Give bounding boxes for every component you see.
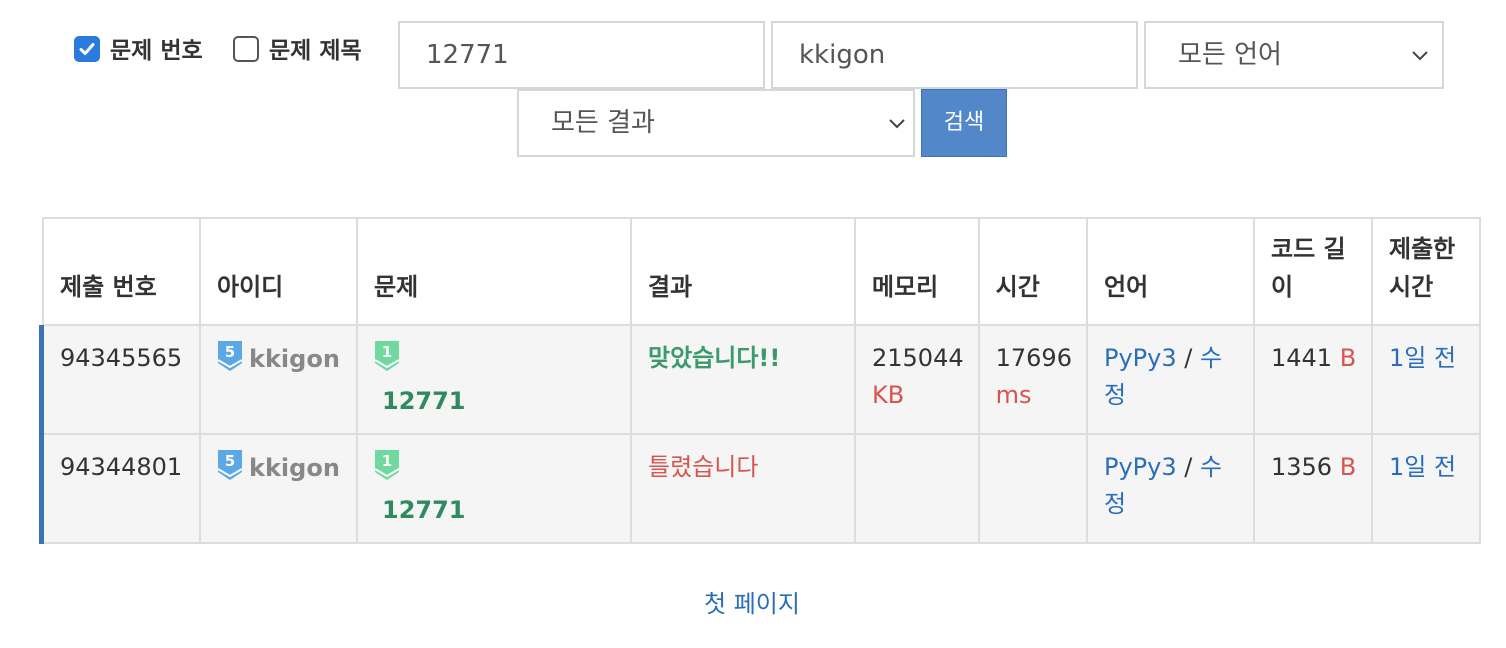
svg-text:5: 5 [225,452,235,470]
problem-cell: 1 12771 [356,324,632,435]
submission-id-cell: 94344801 [42,433,201,544]
language-link[interactable]: PyPy3 [1104,453,1177,481]
submitted-time-link[interactable]: 1일 전 [1389,344,1456,372]
submission-status-table: 제출 번호 아이디 문제 결과 메모리 시간 언어 코드 길이 제출한 시간 9… [42,217,1481,544]
problem-title-checkbox[interactable] [233,36,259,62]
search-button[interactable]: 검색 [921,89,1007,157]
table-header-row: 제출 번호 아이디 문제 결과 메모리 시간 언어 코드 길이 제출한 시간 [42,217,1481,326]
time-cell [977,433,1088,544]
user-link[interactable]: kkigon [249,454,340,482]
result-wrong: 틀렸습니다 [648,453,759,481]
submitted-time-link[interactable]: 1일 전 [1389,453,1456,481]
svg-text:1: 1 [382,343,392,361]
header-code-length: 코드 길이 [1252,217,1373,326]
code-length-value: 1441 [1270,344,1333,372]
time-cell: 17696 ms [977,324,1088,435]
header-user-id: 아이디 [199,217,358,326]
result-select-value: 모든 결과 [551,108,655,138]
chevron-down-icon [889,119,905,129]
memory-value: 215044 [872,344,964,372]
chevron-down-icon [1412,51,1428,61]
header-memory: 메모리 [854,217,980,326]
table-row: 94344801 5 kkigon 1 12771 틀렸습니다 PyPy3 / … [42,433,1481,544]
code-length-value: 1356 [1270,453,1333,481]
language-cell: PyPy3 / 수정 [1085,433,1255,544]
result-cell: 맞았습니다!! [630,324,856,435]
problem-link[interactable]: 12771 [382,496,466,524]
checkmark-icon [79,43,95,55]
svg-text:1: 1 [382,452,392,470]
problem-tier-badge-icon: 1 [374,449,400,492]
svg-text:5: 5 [225,343,235,361]
my-submission-row-indicator [39,325,44,544]
user-tier-badge-icon: 5 [217,449,243,492]
problem-number-input[interactable]: 12771 [398,21,765,89]
table-row: 94345565 5 kkigon 1 12771 맞았습니다!! 215044… [42,324,1481,435]
problem-number-label: 문제 번호 [110,38,203,64]
header-submission-id: 제출 번호 [42,217,201,326]
memory-cell [854,433,980,544]
language-link[interactable]: PyPy3 [1104,344,1177,372]
result-select[interactable]: 모든 결과 [517,89,915,157]
language-separator: / [1184,344,1193,372]
header-language: 언어 [1085,217,1255,326]
submitted-time-cell: 1일 전 [1370,433,1481,544]
code-length-cell: 1441 B [1252,324,1373,435]
code-length-unit: B [1339,344,1357,372]
header-submitted-time: 제출한 시간 [1370,217,1481,326]
problem-number-checkbox[interactable] [74,36,100,62]
problem-link[interactable]: 12771 [382,387,466,415]
language-select[interactable]: 모든 언어 [1144,21,1444,89]
memory-unit: KB [872,381,905,409]
submission-id-cell: 94345565 [42,324,201,435]
user-cell: 5 kkigon [199,433,358,544]
language-separator: / [1184,453,1193,481]
user-id-input-value: kkigon [799,40,886,70]
user-link[interactable]: kkigon [249,345,340,373]
first-page-link[interactable]: 첫 페이지 [704,588,800,620]
submitted-time-cell: 1일 전 [1370,324,1481,435]
code-length-cell: 1356 B [1252,433,1373,544]
user-cell: 5 kkigon [199,324,358,435]
header-time: 시간 [977,217,1088,326]
time-value: 17696 [995,344,1072,372]
user-id-input[interactable]: kkigon [771,21,1138,89]
header-problem: 문제 [356,217,632,326]
user-tier-badge-icon: 5 [217,340,243,383]
memory-cell: 215044 KB [854,324,980,435]
result-cell: 틀렸습니다 [630,433,856,544]
header-result: 결과 [630,217,856,326]
result-accepted: 맞았습니다!! [648,344,781,372]
problem-title-label: 문제 제목 [269,38,362,64]
problem-number-input-value: 12771 [426,40,509,70]
time-unit: ms [995,381,1032,409]
problem-tier-badge-icon: 1 [374,340,400,383]
language-cell: PyPy3 / 수정 [1085,324,1255,435]
code-length-unit: B [1339,453,1357,481]
problem-cell: 1 12771 [356,433,632,544]
language-select-value: 모든 언어 [1178,40,1282,70]
